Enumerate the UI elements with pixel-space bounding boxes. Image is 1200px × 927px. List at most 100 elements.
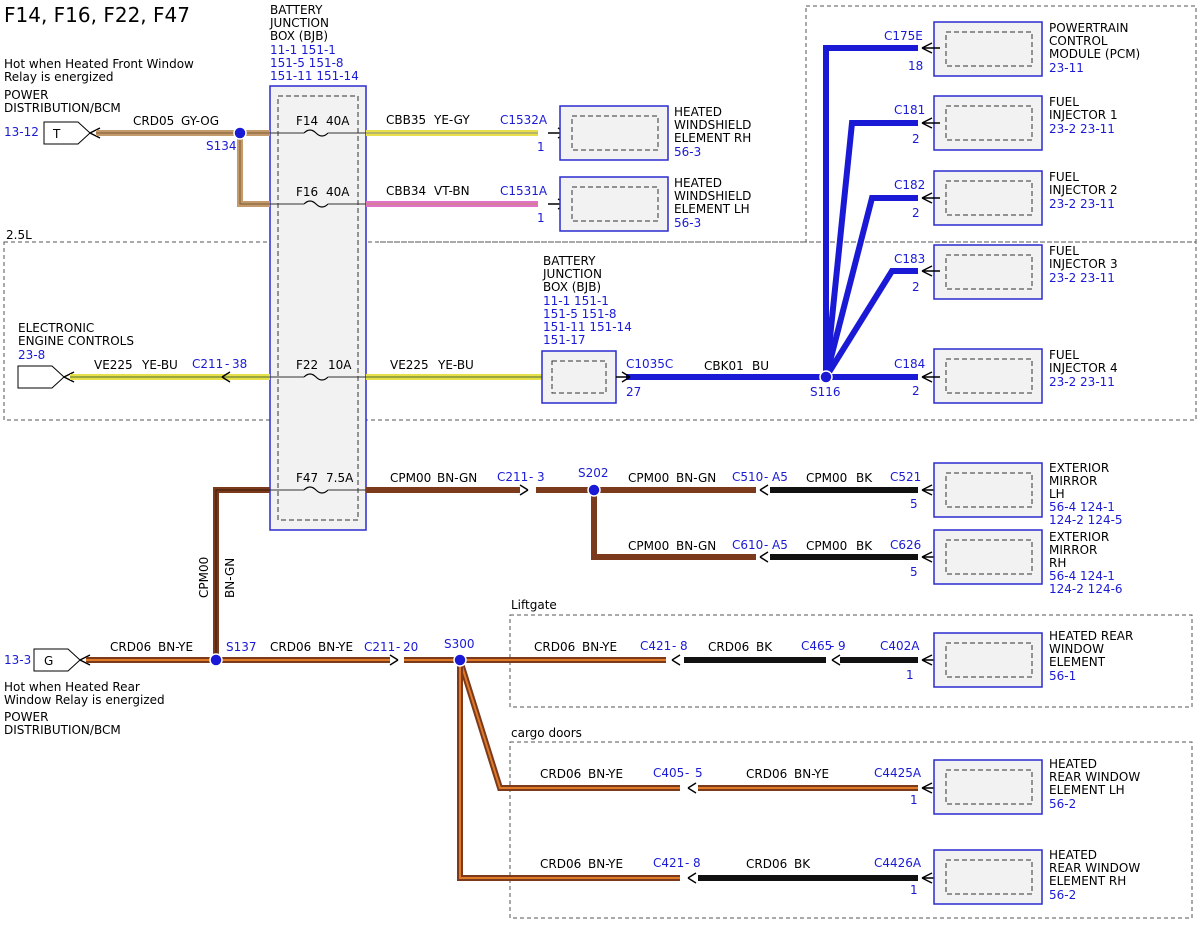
svg-text:11-1 151-1: 11-1 151-1 [270, 43, 336, 57]
svg-text:124-2 124-5: 124-2 124-5 [1049, 513, 1123, 527]
mirror-rh-wire-label: CPM00 [628, 539, 669, 553]
crd05-color-label: GY-OG [181, 114, 219, 128]
c1035c-arrow [616, 371, 631, 383]
mirror-lh-color2-label: BK [856, 471, 873, 485]
svg-text:HEATED REAR: HEATED REAR [1049, 629, 1133, 643]
svg-text:151-11 151-14: 151-11 151-14 [543, 320, 632, 334]
splice-s202 [587, 483, 601, 497]
fuse-f47-rating: 7.5A [326, 471, 354, 485]
svg-text:T: T [52, 127, 61, 141]
svg-text:EXTERIOR: EXTERIOR [1049, 530, 1109, 544]
c402a-label: C402A [880, 639, 920, 653]
svg-text:ELEMENT LH: ELEMENT LH [674, 202, 750, 216]
crd06-2-wire-label: CRD06 [270, 640, 311, 654]
svg-text:151-17: 151-17 [543, 333, 586, 347]
svg-text:Window Relay is energized: Window Relay is energized [4, 693, 165, 707]
c610-arrow [759, 551, 769, 563]
c610-pin: A5 [772, 538, 788, 552]
svg-text:13-12: 13-12 [4, 125, 39, 139]
fuse-f22-name: F22 [296, 358, 318, 372]
mirror-rh-wire2-label: CPM00 [806, 539, 847, 553]
source-g-ref: 13-3 [4, 653, 31, 667]
ve225-right-wire-label: VE225 [390, 358, 429, 372]
splice-s300-label: S300 [444, 637, 475, 651]
mirror-rh-block: EXTERIOR MIRROR RH 56-4 124-1 124-2 124-… [933, 529, 1123, 596]
rear-window-color-label: BN-YE [582, 640, 617, 654]
svg-text:POWER: POWER [4, 710, 48, 724]
c421b-dash: - [685, 856, 689, 870]
crd06-wire-label: CRD06 [110, 640, 151, 654]
fuse-f47-name: F47 [296, 471, 318, 485]
svg-text:EXTERIOR: EXTERIOR [1049, 461, 1109, 475]
c610-dash: - [764, 538, 768, 552]
svg-text:REAR WINDOW: REAR WINDOW [1049, 861, 1140, 875]
svg-text:56-3: 56-3 [674, 145, 701, 159]
svg-text:INJECTOR 2: INJECTOR 2 [1049, 183, 1118, 197]
svg-text:151-11 151-14: 151-11 151-14 [270, 69, 359, 83]
c1035c-pin: 27 [626, 385, 641, 399]
windshield-lh-inner [571, 186, 659, 222]
svg-text:BOX (BJB): BOX (BJB) [543, 280, 601, 294]
crd05-wire-label: CRD05 [133, 114, 174, 128]
svg-text:INJECTOR 4: INJECTOR 4 [1049, 361, 1118, 375]
svg-text:MIRROR: MIRROR [1049, 474, 1097, 488]
svg-text:HEATED: HEATED [674, 105, 722, 119]
splice-s137 [209, 653, 223, 667]
svg-text:FUEL: FUEL [1049, 170, 1079, 184]
c1532a-label: C1532A [500, 113, 548, 127]
svg-text:56-2: 56-2 [1049, 888, 1076, 902]
crd06-2-color-label: BN-YE [318, 640, 353, 654]
region-liftgate-label: Liftgate [511, 598, 557, 612]
c175e-label: C175E [884, 29, 923, 43]
injector-1-block: FUEL INJECTOR 1 23-2 23-11 [933, 95, 1118, 151]
svg-text:FUEL: FUEL [1049, 244, 1079, 258]
c1531a-pin: 1 [537, 211, 545, 225]
svg-text:REAR WINDOW: REAR WINDOW [1049, 770, 1140, 784]
svg-text:56-3: 56-3 [674, 216, 701, 230]
windshield-lh-label: HEATED WINDSHIELD ELEMENT LH 56-3 [674, 176, 751, 230]
c510-pin: A5 [772, 470, 788, 484]
svg-text:ELEMENT LH: ELEMENT LH [1049, 783, 1125, 797]
splice-s137-label: S137 [226, 640, 257, 654]
c421-label: C421 [640, 639, 671, 653]
cargo-lh-wire-label: CRD06 [540, 767, 581, 781]
c211-38-dash: - [225, 357, 229, 371]
c181-label: C181 [894, 103, 925, 117]
svg-text:ELECTRONIC: ELECTRONIC [18, 321, 94, 335]
c626-label: C626 [890, 538, 921, 552]
c211-20-pin: 20 [403, 640, 418, 654]
svg-text:23-2 23-11: 23-2 23-11 [1049, 375, 1115, 389]
splice-s134-label: S134 [206, 139, 237, 153]
cargo-lh-block: HEATED REAR WINDOW ELEMENT LH 56-2 [933, 757, 1140, 815]
svg-text:BATTERY: BATTERY [543, 254, 596, 268]
bjb-mid-inner [551, 360, 607, 394]
cbk01-wire-label: CBK01 [704, 359, 744, 373]
cbb34-color-label: VT-BN [434, 184, 470, 198]
wiring-diagram: F14, F16, F22, F47 2.5L Liftgate cargo d… [3, 3, 1197, 919]
fuse-f22-rating: 10A [328, 358, 352, 372]
svg-text:JUNCTION: JUNCTION [542, 267, 602, 281]
cpm00-wire-label: CPM00 [390, 471, 431, 485]
svg-text:BOX (BJB): BOX (BJB) [270, 29, 328, 43]
c510-dash: - [764, 470, 768, 484]
svg-text:56-2: 56-2 [1049, 797, 1076, 811]
cbb35-wire-label: CBB35 [386, 113, 426, 127]
svg-text:ENGINE CONTROLS: ENGINE CONTROLS [18, 334, 134, 348]
fuse-f16-name: F16 [296, 185, 318, 199]
rear-window-wire-label: CRD06 [534, 640, 575, 654]
svg-text:Relay is energized: Relay is energized [4, 70, 114, 84]
bjb-top-inner [277, 95, 359, 521]
fuse-f14-rating: 40A [326, 114, 350, 128]
c211-3-label: C211 [497, 470, 528, 484]
svg-text:MODULE (PCM): MODULE (PCM) [1049, 47, 1140, 61]
cbb35-color-label: YE-GY [433, 113, 470, 127]
c211-20-dash: - [396, 640, 400, 654]
fuse-f16-rating: 40A [326, 185, 350, 199]
c521-label: C521 [890, 470, 921, 484]
c184-pin: 2 [912, 384, 920, 398]
eec-connector [17, 365, 75, 389]
c184-label: C184 [894, 357, 925, 371]
c421b-arrow [687, 872, 697, 884]
cpm00-vertical-wire-label: CPM00 [197, 557, 211, 598]
c465-dash: - [830, 639, 834, 653]
